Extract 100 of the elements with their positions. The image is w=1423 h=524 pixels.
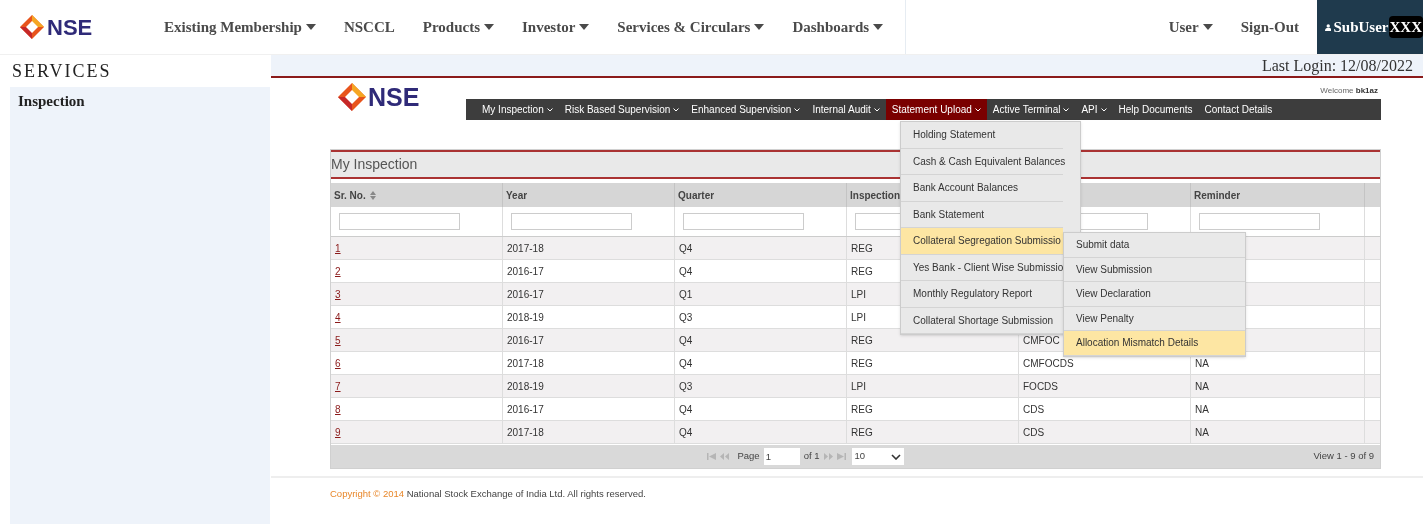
page-size-select[interactable]: 10 xyxy=(851,448,904,465)
table-cell-text: REG xyxy=(851,425,873,440)
table-cell-text: Q4 xyxy=(679,333,693,348)
table-cell-text: REG xyxy=(851,241,873,256)
menu-item[interactable]: Contact Details xyxy=(1198,99,1279,120)
table-cell-text: 2018-19 xyxy=(507,379,544,394)
filter-field[interactable] xyxy=(339,213,460,230)
flyout-menu-item[interactable]: View Declaration xyxy=(1064,282,1245,307)
table-cell-text: 2016-17 xyxy=(507,287,544,302)
table-cell-text: 2016-17 xyxy=(507,264,544,279)
grid-title: My Inspection xyxy=(331,155,418,174)
chevron-down-icon xyxy=(890,453,901,460)
menu-item[interactable]: API xyxy=(1075,99,1113,120)
brand-logo-text: NSE xyxy=(368,81,420,113)
nav-link[interactable]: Investor xyxy=(508,15,604,39)
record-count: View 1 - 9 of 9 xyxy=(1313,449,1374,464)
row-link[interactable]: 2 xyxy=(335,263,341,279)
sidebar-item[interactable]: Inspection xyxy=(10,90,270,113)
nav-link[interactable]: NSCCL xyxy=(329,15,409,39)
dropdown-item[interactable]: Collateral Segregation Submissio xyxy=(901,228,1063,255)
flyout-menu-item[interactable]: View Submission xyxy=(1064,257,1245,282)
first-page-icon[interactable] xyxy=(707,453,717,460)
table-cell-text: Q1 xyxy=(679,287,693,302)
filter-field[interactable] xyxy=(1199,213,1320,230)
table-cell-text: REG xyxy=(851,333,873,348)
sidebar-title: SERVICES xyxy=(11,59,113,83)
column-header[interactable]: Reminder xyxy=(1191,183,1365,207)
nav-link[interactable]: Existing Membership xyxy=(150,15,330,39)
nav-link[interactable]: User xyxy=(1154,15,1227,39)
table-cell-text: FOCDS xyxy=(1023,379,1058,394)
table-cell-text: NA xyxy=(1195,379,1209,394)
nav-link[interactable]: Dashboards xyxy=(778,15,898,39)
column-header[interactable]: Year xyxy=(503,183,675,207)
table-cell-text: REG xyxy=(851,264,873,279)
nav-link[interactable]: Sign-Out xyxy=(1226,15,1313,39)
table-cell-text: NA xyxy=(1195,356,1209,371)
menu-item[interactable]: Statement Upload xyxy=(885,99,987,120)
flyout-menu-item[interactable]: Submit data xyxy=(1064,233,1245,258)
account-menu[interactable]: SubUserXXX xyxy=(1317,0,1423,54)
nav-link[interactable]: Services & Circulars xyxy=(603,15,779,39)
page-label: Page xyxy=(737,449,760,464)
row-link[interactable]: 4 xyxy=(335,309,341,325)
table-cell-text: Q3 xyxy=(679,310,693,325)
row-link[interactable]: 1 xyxy=(335,240,341,256)
redacted-text: XXX xyxy=(1388,15,1423,39)
table-cell-text: CDS xyxy=(1023,425,1045,440)
table-cell-text: LPI xyxy=(851,287,866,302)
table-cell-text: Q4 xyxy=(679,264,693,279)
filter-field[interactable] xyxy=(683,213,804,230)
table-cell-text: Q4 xyxy=(679,402,693,417)
page-count: of 1 xyxy=(803,449,820,464)
copyright-text: Copyright © 2014 National Stock Exchange of India Ltd. All rights reserved. xyxy=(330,488,646,499)
table-cell-text: LPI xyxy=(851,379,866,394)
dropdown-item[interactable]: Cash & Cash Equivalent Balances xyxy=(901,148,1063,175)
table-cell-text: 2017-18 xyxy=(507,241,544,256)
sort-icon xyxy=(369,190,376,200)
page-field[interactable]: 1 xyxy=(763,448,800,465)
menu-item[interactable]: Enhanced Supervision xyxy=(685,99,807,120)
table-cell-text: CMFOC xyxy=(1023,333,1060,348)
last-login-text: Last Login: 12/08/2022 xyxy=(1261,55,1413,77)
brand-logo-text: NSE xyxy=(47,13,93,42)
previous-page-icon[interactable] xyxy=(720,453,730,460)
logo-icon xyxy=(338,83,366,112)
menu-item[interactable]: My Inspection xyxy=(476,99,559,120)
user-icon xyxy=(1325,21,1332,33)
dropdown-item[interactable]: Holding Statement xyxy=(901,122,1063,149)
table-cell-text: Q4 xyxy=(679,356,693,371)
next-page-icon[interactable] xyxy=(823,453,833,460)
dropdown-item[interactable]: Bank Account Balances xyxy=(901,175,1063,202)
table-cell-text: 2017-18 xyxy=(507,356,544,371)
menu-item[interactable]: Active Terminal xyxy=(986,99,1076,120)
menu-item[interactable]: Help Documents xyxy=(1112,99,1199,120)
column-header[interactable]: Quarter xyxy=(675,183,847,207)
account-name: SubUser xyxy=(1333,17,1389,37)
welcome-text: Welcome bk1az xyxy=(1320,85,1378,97)
table-cell-text: 2018-19 xyxy=(507,310,544,325)
table-cell-text: CDS xyxy=(1023,402,1045,417)
row-link[interactable]: 5 xyxy=(335,332,341,348)
row-link[interactable]: 9 xyxy=(335,424,341,440)
logo-icon xyxy=(20,15,44,39)
menu-item[interactable]: Internal Audit xyxy=(806,99,886,120)
table-cell-text: 2016-17 xyxy=(507,402,544,417)
row-link[interactable]: 6 xyxy=(335,355,341,371)
table-cell-text: REG xyxy=(851,402,873,417)
nav-link[interactable]: Products xyxy=(408,15,509,39)
table-cell-text: Q4 xyxy=(679,425,693,440)
table-cell-text: Q4 xyxy=(679,241,693,256)
row-link[interactable]: 7 xyxy=(335,378,341,394)
menu-item[interactable]: Risk Based Supervision xyxy=(558,99,686,120)
last-page-icon[interactable] xyxy=(836,453,846,460)
table-cell-text: LPI xyxy=(851,310,866,325)
row-link[interactable]: 8 xyxy=(335,401,341,417)
table-cell-text: REG xyxy=(851,356,873,371)
filter-field[interactable] xyxy=(511,213,632,230)
table-cell-text: CMFOCDS xyxy=(1023,356,1074,371)
column-header[interactable]: Sr. No. xyxy=(331,183,503,207)
row-link[interactable]: 3 xyxy=(335,286,341,302)
table-cell-text: 2017-18 xyxy=(507,425,544,440)
flyout-menu-item[interactable]: Allocation Mismatch Details xyxy=(1064,331,1245,356)
table-cell-text: 2016-17 xyxy=(507,333,544,348)
